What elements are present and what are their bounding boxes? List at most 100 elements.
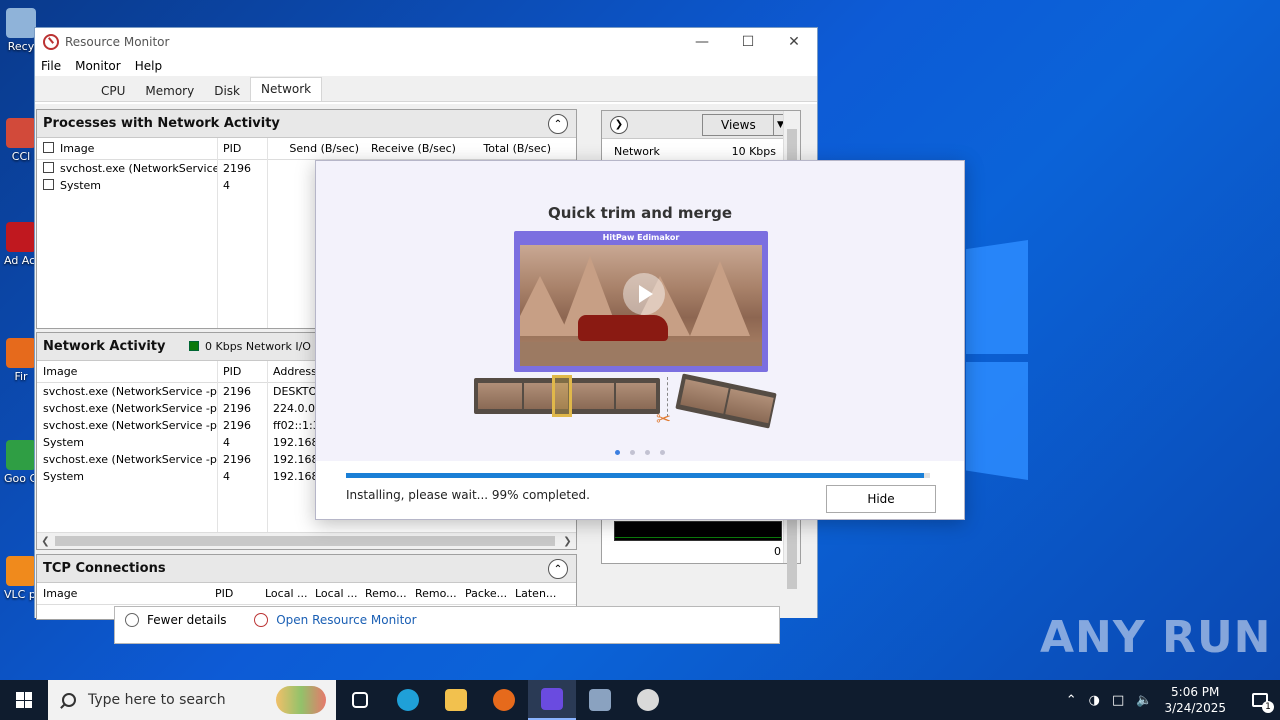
maximize-button[interactable]: ☐	[725, 28, 771, 56]
desktop-icon-label: VLC player	[4, 588, 63, 601]
collapse-button[interactable]: ⌃	[548, 114, 568, 134]
scroll-right-arrow[interactable]: ❯	[559, 533, 576, 550]
search-placeholder: Type here to search	[88, 692, 226, 708]
cell-image: svchost.exe (NetworkService -p)	[43, 385, 217, 398]
views-toolbar: ❯ Views ▼	[602, 111, 800, 139]
notification-icon: 1	[1252, 693, 1274, 713]
installer-taskbar-button[interactable]	[576, 680, 624, 720]
tab-disk[interactable]: Disk	[204, 81, 250, 101]
tcp-col[interactable]: Packe...	[459, 587, 509, 600]
col-pid[interactable]: PID	[217, 365, 267, 378]
preview-app-name: HitPaw Edimakor	[602, 233, 680, 242]
cell-pid: 4	[223, 436, 230, 449]
taskbar-search[interactable]: Type here to search	[48, 680, 336, 720]
panel-title: Network Activity	[43, 339, 166, 354]
window-title: Resource Monitor	[65, 35, 170, 49]
graph-label: Network	[614, 145, 660, 158]
timeline-cut-clip	[675, 373, 777, 429]
file-explorer-icon	[445, 689, 467, 711]
row-checkbox[interactable]	[43, 179, 54, 190]
trim-handle	[552, 375, 572, 417]
file-explorer-taskbar-button[interactable]	[432, 680, 480, 720]
tab-memory[interactable]: Memory	[135, 81, 204, 101]
security-icon[interactable]: ◑	[1089, 693, 1100, 708]
processes-panel-header[interactable]: Processes with Network Activity ⌃	[37, 110, 576, 138]
horizontal-scrollbar[interactable]: ❮ ❯	[37, 532, 576, 549]
cell-pid: 2196	[223, 162, 251, 175]
desktop-icon[interactable]: CCl	[4, 118, 38, 163]
column-headers: Image PID Send (B/sec) Receive (B/sec) T…	[37, 138, 576, 160]
clock[interactable]: 5:06 PM 3/24/2025	[1164, 684, 1226, 716]
chevron-up-icon[interactable]: ⌃	[1066, 693, 1077, 708]
tcp-col[interactable]: Local ...	[309, 587, 359, 600]
expand-button[interactable]: ❯	[610, 116, 628, 134]
tcp-col[interactable]: Laten...	[509, 587, 557, 600]
desktop-icon[interactable]: Goo Chr	[4, 440, 49, 485]
notification-center-button[interactable]: 1	[1240, 680, 1280, 720]
network-io-indicator: 0 Kbps Network I/O	[189, 340, 311, 353]
col-total[interactable]: Total (B/sec)	[461, 142, 557, 155]
start-button[interactable]	[0, 680, 48, 720]
close-button[interactable]: ✕	[771, 28, 817, 56]
desktop-icon[interactable]: Recy	[4, 8, 38, 53]
open-resource-monitor-link[interactable]: Open Resource Monitor	[276, 613, 416, 627]
tcp-col[interactable]: PID	[209, 587, 259, 600]
network-graph-header: Network 10 Kbps	[602, 139, 800, 158]
cell-image: svchost.exe (NetworkService -p)	[43, 419, 217, 432]
resource-monitor-taskbar-button[interactable]	[624, 680, 672, 720]
scroll-left-arrow[interactable]: ❮	[37, 533, 54, 550]
edge-taskbar-button[interactable]	[384, 680, 432, 720]
network-icon[interactable]: □	[1112, 693, 1124, 708]
desktop-icon-image	[6, 440, 36, 470]
tcp-col[interactable]: Image	[37, 587, 209, 600]
desktop-icon[interactable]: VLC player	[4, 556, 63, 601]
col-image[interactable]: Image	[37, 365, 217, 378]
install-status-text: Installing, please wait... 99% completed…	[346, 488, 590, 502]
fewer-details-link[interactable]: Fewer details	[147, 613, 227, 627]
anyrun-watermark: ANY RUN	[1040, 612, 1272, 663]
desktop-icon[interactable]: Ad Acr	[4, 222, 40, 267]
edge-icon	[397, 689, 419, 711]
minimize-button[interactable]: —	[679, 28, 725, 56]
cell-image: System	[37, 179, 217, 192]
desktop-icon-image	[6, 222, 36, 252]
menu-help[interactable]: Help	[135, 59, 162, 73]
col-image[interactable]: Image	[37, 142, 217, 155]
carousel-dot[interactable]	[630, 450, 635, 455]
graph-min: 0	[774, 545, 781, 558]
carousel-dot[interactable]	[645, 450, 650, 455]
row-checkbox[interactable]	[43, 162, 54, 173]
carousel-dot[interactable]	[660, 450, 665, 455]
task-view-taskbar-button[interactable]	[336, 680, 384, 720]
promo-headline: Quick trim and merge	[547, 204, 733, 222]
video-preview: HitPaw Edimakor	[514, 231, 768, 372]
cell-pid: 2196	[223, 453, 251, 466]
select-all-checkbox[interactable]	[43, 142, 54, 153]
col-pid[interactable]: PID	[217, 142, 267, 155]
tab-cpu[interactable]: CPU	[91, 81, 135, 101]
col-send[interactable]: Send (B/sec)	[267, 142, 365, 155]
desktop-icon-label: CCl	[11, 150, 31, 163]
collapse-button[interactable]: ⌃	[548, 559, 568, 579]
volume-icon[interactable]: 🔈	[1136, 693, 1152, 708]
tcp-connections-header[interactable]: TCP Connections ⌃	[37, 555, 576, 583]
tcp-col[interactable]: Local ...	[259, 587, 309, 600]
firefox-taskbar-button[interactable]	[480, 680, 528, 720]
edimakor-taskbar-button[interactable]	[528, 680, 576, 720]
carousel-dot[interactable]	[615, 450, 620, 455]
network-graph	[614, 521, 782, 541]
col-receive[interactable]: Receive (B/sec)	[365, 142, 461, 155]
menu-file[interactable]: File	[41, 59, 61, 73]
tcp-col[interactable]: Remo...	[359, 587, 409, 600]
desktop-icon-image	[6, 118, 36, 148]
title-bar[interactable]: Resource Monitor — ☐ ✕	[35, 28, 817, 56]
menu-monitor[interactable]: Monitor	[75, 59, 121, 73]
tcp-col[interactable]: Remo...	[409, 587, 459, 600]
views-dropdown[interactable]: Views ▼	[702, 114, 788, 136]
desktop-icon-label: Fir	[14, 370, 28, 383]
desktop-icon[interactable]: Fir	[4, 338, 38, 383]
tab-network[interactable]: Network	[250, 77, 323, 101]
hide-button[interactable]: Hide	[826, 485, 936, 513]
scroll-thumb[interactable]	[55, 536, 555, 546]
task-view-icon	[352, 692, 368, 708]
